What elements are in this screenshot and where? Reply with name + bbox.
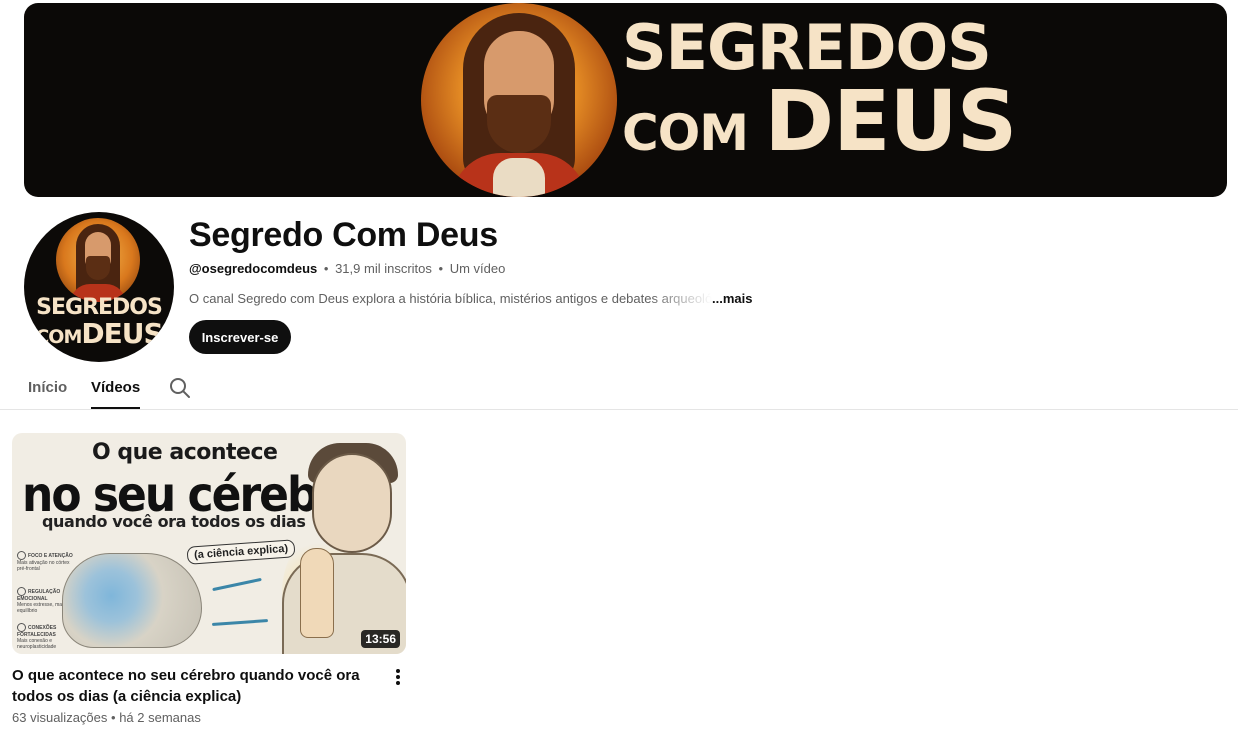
search-icon[interactable] [168,376,192,400]
channel-description-text: O canal Segredo com Deus explora a histó… [189,291,712,306]
channel-description[interactable]: O canal Segredo com Deus explora a histó… [189,291,752,306]
meta-separator: • [111,710,116,725]
arrow-illustration [211,619,269,626]
avatar-logo-line2: COMDEUS [24,320,174,351]
avatar-logo-text: SEGREDOS COMDEUS [24,296,174,351]
thumbnail-side-item: FOCO E ATENÇÃO Mais ativação no córtex pr… [17,551,77,572]
side-item-sub: Mais conexão e neuroplasticidade [17,638,57,650]
thumbnail-text-line3: quando você ora todos os dias [42,512,306,531]
meta-separator: • [438,261,444,276]
side-item-sub: Menos estresse, mais equilíbrio [17,602,66,614]
video-title[interactable]: O que acontece no seu cérebro quando voc… [12,665,380,707]
brain-illustration [62,553,202,648]
channel-meta: @osegredocomdeus • 31,9 mil inscritos • … [189,261,505,276]
channel-handle: @osegredocomdeus [189,261,318,276]
arrow-illustration [212,577,262,592]
more-vert-icon[interactable] [388,666,408,688]
video-thumbnail[interactable]: O que acontece no seu cérebro quando voc… [12,433,406,654]
channel-avatar[interactable]: SEGREDOS COMDEUS [24,212,174,362]
tab-videos[interactable]: Vídeos [91,379,141,409]
banner-title: SEGREDOS COM DEUS [622,15,1017,173]
banner-title-deus: DEUS [764,72,1017,170]
avatar-portrait-image [56,218,140,302]
side-item-sub: Mais ativação no córtex pré-frontal [17,560,70,572]
channel-banner: SEGREDOS COM DEUS [24,3,1227,197]
tab-inicio[interactable]: Início [28,379,67,396]
channel-tabs: Início Vídeos [0,368,1238,410]
video-views: 63 visualizações [12,710,108,725]
avatar-logo-deus: DEUS [81,317,163,350]
thumbnail-tag: (a ciência explica) [186,539,296,565]
video-age: há 2 semanas [119,710,201,725]
heart-icon [17,587,26,596]
side-item-title: FOCO E ATENÇÃO [28,552,73,559]
channel-name: Segredo Com Deus [189,216,498,254]
banner-title-line2: COM DEUS [622,79,1017,173]
target-icon [17,551,26,560]
subscriber-count: 31,9 mil inscritos [335,261,432,276]
network-icon [17,623,26,632]
man-head-illustration [312,453,392,553]
jesus-portrait-image [421,3,617,197]
video-meta: 63 visualizações • há 2 semanas [12,710,201,725]
description-more-link[interactable]: ...mais [712,291,752,306]
meta-separator: • [323,261,329,276]
banner-title-com: COM [622,104,749,162]
thumbnail-text-line1: O que acontece [92,440,278,465]
video-duration-badge: 13:56 [361,630,400,648]
praying-hands-illustration [300,548,334,638]
avatar-logo-com: COM [35,326,82,348]
video-count: Um vídeo [449,261,506,276]
subscribe-button[interactable]: Inscrever-se [189,320,291,354]
